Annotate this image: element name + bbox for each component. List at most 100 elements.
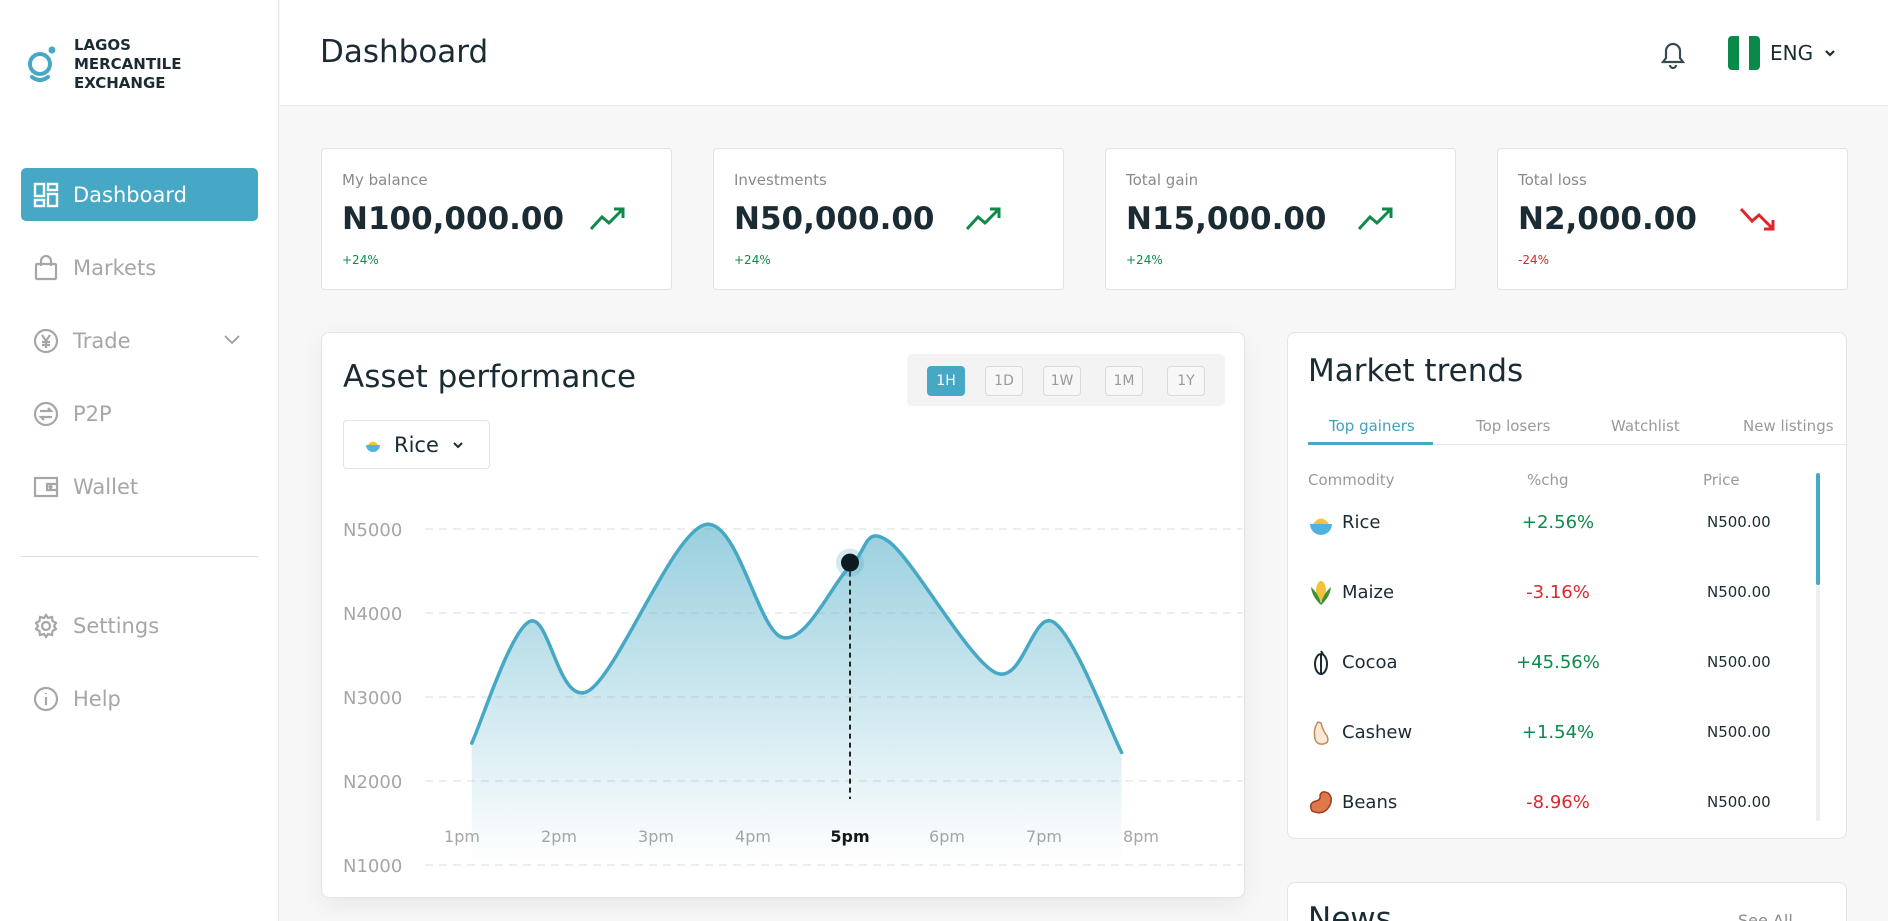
stat-card-investments: Investments N50,000.00 +24%: [713, 148, 1064, 290]
commodity-name: Rice: [1342, 512, 1381, 533]
info-icon: [33, 686, 59, 712]
rice-bowl-icon: [366, 441, 380, 452]
commodity-change: +2.56%: [1521, 512, 1595, 533]
stat-value: N2,000.00: [1518, 201, 1697, 237]
stat-value: N15,000.00: [1126, 201, 1327, 237]
asset-performance-card: N5000N4000N3000N2000N10001pm2pm3pm4pm5pm…: [321, 332, 1245, 898]
tab-top-losers[interactable]: Top losers: [1476, 417, 1550, 435]
active-tab-indicator: [1308, 442, 1433, 445]
chevron-down-icon: [453, 441, 463, 448]
nav-item-trade[interactable]: Trade: [21, 314, 258, 367]
commodity-select[interactable]: Rice: [343, 420, 490, 469]
stat-change: +24%: [342, 253, 379, 267]
nav-divider: [21, 556, 258, 557]
range-button-1w[interactable]: 1W: [1043, 366, 1081, 396]
table-row[interactable]: Maize -3.16% N500.00: [1308, 573, 1808, 613]
cocoa-icon: [1314, 650, 1328, 675]
commodity-price: N500.00: [1707, 793, 1771, 811]
page-title: Dashboard: [320, 34, 489, 70]
nav-item-help[interactable]: Help: [21, 672, 258, 725]
tab-watchlist[interactable]: Watchlist: [1611, 417, 1680, 435]
x-tick-label: 8pm: [1123, 827, 1159, 846]
commodity-change: +45.56%: [1516, 652, 1600, 673]
stat-value: N50,000.00: [734, 201, 935, 237]
commodity-name: Beans: [1342, 792, 1398, 813]
yen-circle-icon: [33, 328, 59, 354]
y-tick-label: N2000: [343, 772, 402, 793]
see-all-label: See All: [1738, 911, 1793, 921]
commodity-name: Cashew: [1342, 722, 1413, 743]
chevron-down-icon[interactable]: [222, 329, 242, 349]
asset-performance-chart[interactable]: N5000N4000N3000N2000N10001pm2pm3pm4pm5pm…: [322, 333, 1246, 899]
trend-up-icon: [1357, 207, 1393, 231]
trend-up-icon: [589, 207, 625, 231]
chevron-down-icon: [1825, 50, 1835, 57]
commodity-price: N500.00: [1707, 513, 1771, 531]
nav-label: Markets: [73, 255, 157, 280]
hover-marker-point[interactable]: [841, 553, 859, 572]
brand-name: LAGOS MERCANTILE EXCHANGE: [74, 36, 278, 93]
language-selector[interactable]: ENG: [1728, 36, 1837, 70]
nav-item-dashboard[interactable]: Dashboard: [21, 168, 258, 221]
range-button-1m[interactable]: 1M: [1105, 366, 1143, 396]
area-fill: [471, 524, 1122, 865]
sidebar: LAGOS MERCANTILE EXCHANGE Dashboard Mark…: [0, 0, 279, 921]
y-tick-label: N5000: [343, 520, 402, 541]
notification-bell-icon[interactable]: [1658, 38, 1688, 70]
commodity-change: -8.96%: [1526, 792, 1590, 813]
market-trends-card: Market trends Top gainers Top losers Wat…: [1287, 332, 1848, 839]
table-row[interactable]: Cashew +1.54% N500.00: [1308, 713, 1808, 753]
table-row[interactable]: Rice +2.56% N500.00: [1308, 503, 1808, 543]
gear-icon: [33, 612, 59, 639]
table-row[interactable]: Cocoa +45.56% N500.00: [1308, 643, 1808, 683]
chevron-down-icon: ⌄: [1797, 911, 1812, 921]
nav-label: Dashboard: [73, 182, 187, 207]
nav-item-markets[interactable]: Markets: [21, 241, 258, 294]
nav-item-p2p[interactable]: P2P: [21, 387, 258, 440]
stat-card-total-loss: Total loss N2,000.00 -24%: [1497, 148, 1848, 290]
cashew-icon: [1313, 721, 1329, 745]
nigeria-flag-icon: [1728, 36, 1760, 70]
scrollbar-thumb[interactable]: [1816, 473, 1820, 585]
brand-line-2: MERCANTILE EXCHANGE: [73, 55, 182, 92]
main-nav: Dashboard Markets Trade P2P Wallet: [21, 168, 258, 533]
stat-change: -24%: [1518, 253, 1550, 267]
range-button-1y[interactable]: 1Y: [1167, 366, 1205, 396]
rice-bowl-icon: [1310, 518, 1332, 535]
time-range-selector: 1H 1D 1W 1M 1Y: [907, 354, 1225, 406]
commodity-price: N500.00: [1707, 653, 1771, 671]
column-header-change: %chg: [1527, 471, 1569, 489]
tab-new-listings[interactable]: New listings: [1743, 417, 1834, 435]
see-all-link[interactable]: See All ⌄: [1738, 911, 1811, 921]
wallet-icon: [33, 474, 59, 500]
nav-label: P2P: [73, 401, 112, 426]
market-trends-title: Market trends: [1308, 353, 1524, 389]
nav-item-wallet[interactable]: Wallet: [21, 460, 258, 513]
commodity-price: N500.00: [1707, 583, 1771, 601]
news-card: News See All ⌄: [1287, 882, 1847, 921]
stat-card-balance: My balance N100,000.00 +24%: [321, 148, 672, 290]
commodity-name: Cocoa: [1342, 652, 1398, 673]
tab-top-gainers[interactable]: Top gainers: [1329, 417, 1415, 435]
nav-label: Trade: [73, 328, 131, 353]
stat-label: My balance: [342, 171, 428, 189]
y-tick-label: N1000: [343, 856, 402, 877]
commodity-change: -3.16%: [1526, 582, 1590, 603]
stat-change: +24%: [734, 253, 771, 267]
stat-value: N100,000.00: [342, 201, 565, 237]
y-tick-label: N4000: [343, 604, 402, 625]
nav-item-settings[interactable]: Settings: [21, 599, 258, 652]
stat-label: Investments: [734, 171, 827, 189]
range-button-1d[interactable]: 1D: [985, 366, 1023, 396]
nav-label: Wallet: [73, 474, 139, 499]
brand[interactable]: LAGOS MERCANTILE EXCHANGE: [26, 36, 278, 93]
commodity-change: +1.54%: [1521, 722, 1595, 743]
stat-card-total-gain: Total gain N15,000.00 +24%: [1105, 148, 1456, 290]
top-header: Dashboard ENG: [280, 0, 1888, 106]
beans-icon: [1309, 791, 1332, 814]
nav-label: Help: [73, 686, 121, 711]
table-row[interactable]: Beans -8.96% N500.00: [1308, 783, 1808, 823]
commodity-price: N500.00: [1707, 723, 1771, 741]
range-button-1h[interactable]: 1H: [927, 366, 965, 396]
stat-label: Total gain: [1126, 171, 1199, 189]
